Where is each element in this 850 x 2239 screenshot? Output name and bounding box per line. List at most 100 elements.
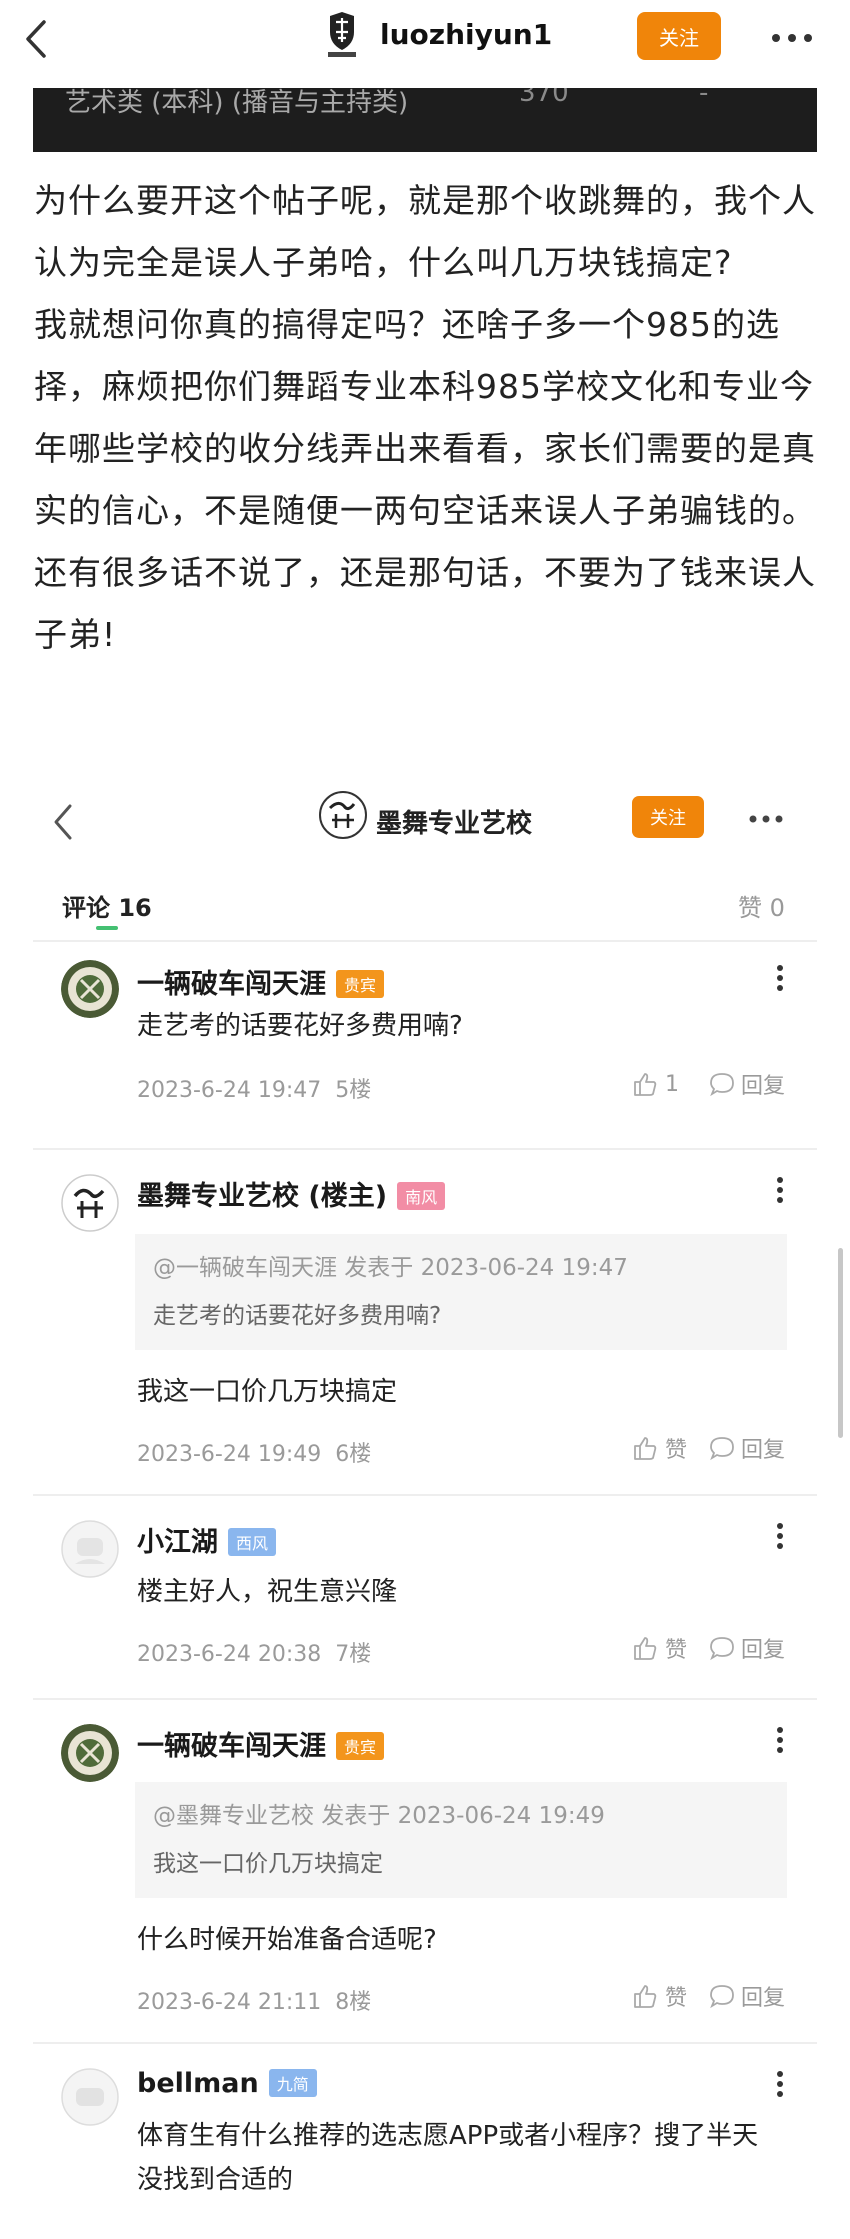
comment-menu-icon — [775, 964, 785, 992]
comment-text: 什么时候开始准备合适呢? — [137, 1925, 437, 1955]
author-name: 一辆破车闯天涯 — [137, 969, 326, 1000]
comment-text: 体育生有什么推荐的选志愿APP或者小程序？搜了半天没找到合适的 — [137, 2121, 759, 2195]
embedded-more-icon — [748, 813, 784, 825]
like-button: 赞 — [631, 1980, 687, 2012]
embedded-page-title: 墨舞专业艺校 — [376, 809, 533, 839]
quote-reference: @一辆破车闯天涯 发表于 2023-06-24 19:47 — [153, 1255, 628, 1281]
comment-meta: 2023-6-24 21:11 8楼 — [137, 1984, 371, 2016]
quote-text: 我这一口价几万块搞定 — [153, 1851, 383, 1877]
divider — [33, 940, 817, 942]
back-icon[interactable] — [14, 14, 58, 64]
tab-comments: 评论 16 — [62, 894, 152, 922]
post-paragraph: 为什么要开这个帖子呢，就是那个收跳舞的，我个人认为完全是误人子弟哈，什么叫几万块… — [34, 181, 816, 282]
avatar — [61, 960, 119, 1018]
user-badge: 九简 — [268, 2068, 317, 2097]
comment-time: 2023-6-24 20:38 — [137, 1642, 322, 1667]
author-name: bellman — [137, 2068, 259, 2099]
like-button: 赞 — [631, 1432, 687, 1464]
author-name: 一辆破车闯天涯 — [137, 1731, 326, 1762]
top-bar: luozhiyun1 关注 — [0, 0, 850, 80]
embedded-back-icon — [48, 800, 76, 844]
quoted-comment: @墨舞专业艺校 发表于 2023-06-24 19:49 我这一口价几万块搞定 — [135, 1782, 787, 1898]
comment-author: 一辆破车闯天涯 贵宾 — [137, 1724, 385, 1763]
avatar — [61, 2068, 119, 2126]
thumbs-up-icon — [634, 1073, 657, 1096]
thumbs-up-icon — [634, 1437, 657, 1460]
comment-floor: 6楼 — [335, 1442, 372, 1467]
author-name: 墨舞专业艺校 (楼主) — [137, 1181, 388, 1212]
comment-time: 2023-6-24 19:47 — [137, 1078, 322, 1103]
strip-major-text: 艺术类 (本科) (播音与主持类) — [65, 88, 409, 118]
avatar — [61, 1174, 119, 1232]
quote-reference: @墨舞专业艺校 发表于 2023-06-24 19:49 — [153, 1803, 605, 1829]
quote-text: 走艺考的话要花好多费用喃? — [153, 1303, 442, 1329]
comment-text: 楼主好人，祝生意兴隆 — [137, 1577, 398, 1607]
comment-bubble-icon — [710, 1073, 734, 1097]
tab-active-indicator — [96, 926, 118, 930]
comment-menu-icon — [775, 1176, 785, 1204]
strip-score-text: 370 — [519, 88, 569, 108]
comment-meta: 2023-6-24 20:38 7楼 — [137, 1636, 371, 1668]
post-paragraph: 我就想问你真的搞得定吗？还啥子多一个985的选择，麻烦把你们舞蹈专业本科985学… — [34, 305, 816, 530]
reply-label: 回复 — [741, 1638, 786, 1663]
comment-item: bellman 九简 体育生有什么推荐的选志愿APP或者小程序？搜了半天没找到合适… — [33, 2044, 817, 2239]
comment-bubble-icon — [710, 1437, 734, 1461]
comment-author: bellman 九简 — [137, 2068, 317, 2099]
comment-item: 墨舞专业艺校 (楼主) 南风 @一辆破车闯天涯 发表于 2023-06-24 19… — [33, 1150, 817, 1496]
like-label: 赞 — [665, 1638, 688, 1663]
comment-floor: 5楼 — [335, 1078, 372, 1103]
comment-floor: 7楼 — [335, 1642, 372, 1667]
quoted-comment: @一辆破车闯天涯 发表于 2023-06-24 19:47 走艺考的话要花好多费… — [135, 1234, 787, 1350]
reply-label: 回复 — [741, 1438, 786, 1463]
comment-text: 走艺考的话要花好多费用喃? — [137, 1011, 463, 1041]
post-paragraph: 还有很多话不说了，还是那句话，不要为了钱来误人子弟! — [34, 553, 816, 654]
comment-floor: 8楼 — [335, 1990, 372, 2015]
like-count: 1 — [665, 1071, 679, 1097]
comment-author: 小江湖 西风 — [137, 1520, 277, 1559]
thumbs-up-icon — [634, 1637, 657, 1660]
comment-bubble-icon — [710, 1637, 734, 1661]
comment-author: 墨舞专业艺校 (楼主) 南风 — [137, 1174, 446, 1213]
embedded-school-logo — [318, 790, 368, 840]
username[interactable]: luozhiyun1 — [380, 18, 552, 51]
more-icon[interactable] — [770, 30, 814, 46]
comment-item: 一辆破车闯天涯 贵宾 走艺考的话要花好多费用喃? 2023-6-24 19:47 … — [33, 946, 817, 1150]
comment-menu-icon — [775, 2070, 785, 2098]
avatar — [61, 1724, 119, 1782]
embedded-follow-button: 关注 — [632, 796, 704, 838]
comment-bubble-icon — [710, 1985, 734, 2009]
follow-button[interactable]: 关注 — [637, 12, 721, 60]
reply-button: 回复 — [709, 1632, 785, 1664]
user-badge: 南风 — [397, 1181, 446, 1210]
strip-dash-text: - — [699, 88, 709, 108]
reply-button: 回复 — [709, 1980, 785, 2012]
embedded-screenshot: 墨舞专业艺校 关注 评论 16 赞 0 一辆破车闯天涯 贵宾 走艺考的话要花好多费… — [0, 770, 850, 2239]
comment-time: 2023-6-24 21:11 — [137, 1990, 322, 2015]
scrollbar — [838, 1248, 843, 1438]
comment-item: 小江湖 西风 楼主好人，祝生意兴隆 2023-6-24 20:38 7楼 赞 回复 — [33, 1496, 817, 1700]
comment-text: 我这一口价几万块搞定 — [137, 1377, 398, 1407]
reply-button: 回复 — [709, 1068, 785, 1100]
post-body: 为什么要开这个帖子呢，就是那个收跳舞的，我个人认为完全是误人子弟哈，什么叫几万块… — [34, 170, 824, 666]
like-button: 1 — [631, 1068, 679, 1100]
reply-label: 回复 — [741, 1074, 786, 1099]
comment-meta: 2023-6-24 19:47 5楼 — [137, 1072, 371, 1104]
thumbs-up-icon — [634, 1985, 657, 2008]
like-label: 赞 — [665, 1986, 688, 2011]
user-badge: 贵宾 — [336, 969, 385, 998]
avatar — [61, 1520, 119, 1578]
author-name: 小江湖 — [137, 1527, 218, 1558]
user-badge: 西风 — [228, 1527, 277, 1556]
reply-label: 回复 — [741, 1986, 786, 2011]
comment-author: 一辆破车闯天涯 贵宾 — [137, 962, 385, 1001]
comment-time: 2023-6-24 19:49 — [137, 1442, 322, 1467]
comment-item: 一辆破车闯天涯 贵宾 @墨舞专业艺校 发表于 2023-06-24 19:49 我… — [33, 1700, 817, 2044]
reply-button: 回复 — [709, 1432, 785, 1464]
channel-logo[interactable] — [322, 10, 362, 60]
comment-menu-icon — [775, 1726, 785, 1754]
tab-likes: 赞 0 — [738, 894, 785, 922]
comment-meta: 2023-6-24 19:49 6楼 — [137, 1436, 371, 1468]
comment-menu-icon — [775, 1522, 785, 1550]
image-strip: 艺术类 (本科) (播音与主持类) 370 - — [33, 88, 817, 152]
like-button: 赞 — [631, 1632, 687, 1664]
